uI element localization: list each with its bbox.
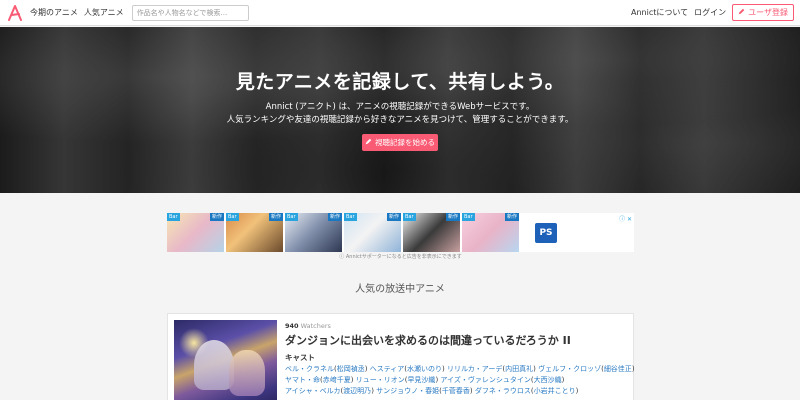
cast-actor[interactable]: 水瀬いのり: [407, 365, 442, 373]
hero-title: 見たアニメを記録して、共有しよう。: [235, 71, 565, 93]
cast-character[interactable]: ベル・クラネル: [285, 365, 334, 373]
cast-character[interactable]: アイズ・ヴァレンシュタイン: [440, 376, 530, 384]
cast-actor[interactable]: 松岡禎丞: [337, 365, 365, 373]
ad-badge: Bar: [167, 213, 180, 221]
signup-label: ユーザ登録: [748, 8, 788, 17]
cast-actor[interactable]: 赤﨑千夏: [323, 376, 351, 384]
ad-choices-icon[interactable]: ⓘ ✕: [619, 214, 632, 223]
nav-current-season[interactable]: 今期のアニメ: [30, 7, 78, 18]
ad-hide-note[interactable]: ⓘ Annictサポーターになると広告を非表示にできます: [167, 253, 634, 260]
cast-actor[interactable]: 内田真礼: [505, 365, 533, 373]
cast-character[interactable]: リリルカ・アーデ: [447, 365, 502, 373]
cast-character[interactable]: サンジョウノ・春姫: [376, 387, 439, 395]
cast-row: ベル・クラネル(松岡禎丞) ヘスティア(水瀬いのり) リリルカ・アーデ(内田真礼…: [285, 365, 635, 373]
cast-character[interactable]: ダフネ・ラウロス: [475, 387, 531, 395]
info-icon: ⓘ: [339, 254, 346, 260]
cast-row: アイシャ・ベルカ(渡辺明乃) サンジョウノ・春姫(千菅春香) ダフネ・ラウロス(…: [285, 387, 579, 395]
ad-new-badge: 新作: [268, 213, 283, 221]
ad-new-badge: 新作: [209, 213, 224, 221]
ad-thumbnail[interactable]: Bar 新作: [462, 213, 519, 252]
cast-character[interactable]: ヤマト・命: [285, 376, 320, 384]
cast-actor[interactable]: 早見沙織: [407, 376, 435, 384]
nav-popular-anime[interactable]: 人気アニメ: [84, 7, 124, 18]
cast-character[interactable]: ヴェルフ・クロッゾ: [538, 365, 601, 373]
ad-thumbnail[interactable]: Bar 新作: [403, 213, 460, 252]
ad-hide-note-text: Annictサポーターになると広告を非表示にできます: [345, 254, 462, 260]
ad-new-badge: 新作: [504, 213, 519, 221]
ad-new-badge: 新作: [386, 213, 401, 221]
cast-character[interactable]: リュー・リオン: [356, 376, 405, 384]
playstation-icon: PS: [535, 222, 557, 243]
start-tracking-button[interactable]: 視聴記録を始める: [362, 134, 438, 151]
ad-thumbnail[interactable]: Bar 新作: [226, 213, 283, 252]
cast-actor[interactable]: 渡辺明乃: [343, 387, 371, 395]
top-navbar: 今期のアニメ 人気アニメ 作品名や人物名などで検索... Annictについて …: [0, 0, 800, 26]
anime-card: 940 Watchers ダンジョンに出会いを求めるのは間違っているだろうか II…: [167, 313, 635, 400]
ad-new-badge: 新作: [327, 213, 342, 221]
ad-badge: Bar: [344, 213, 357, 221]
cast-actor[interactable]: 小岩井ことり: [534, 387, 576, 395]
signup-button[interactable]: ユーザ登録: [732, 4, 794, 21]
hero-content: 見たアニメを記録して、共有しよう。 Annict (アニクト) は、アニメの視聴…: [0, 27, 800, 193]
ad-badge: Bar: [285, 213, 298, 221]
section-title: 人気の放送中アニメ: [355, 284, 445, 295]
cast-actor[interactable]: 大西沙織: [534, 376, 562, 384]
watchers-unit: Watchers: [300, 322, 331, 330]
pen-icon: [738, 8, 745, 17]
ad-thumbnail[interactable]: Bar 新作: [167, 213, 224, 252]
cast-actor[interactable]: 千菅春香: [442, 387, 470, 395]
login-link[interactable]: ログイン: [694, 7, 726, 18]
search-input[interactable]: 作品名や人物名などで検索...: [131, 4, 249, 21]
search-placeholder: 作品名や人物名などで検索...: [136, 8, 228, 17]
ad-badge: Bar: [403, 213, 416, 221]
playstation-label: PS: [539, 227, 553, 238]
hero-banner: 見たアニメを記録して、共有しよう。 Annict (アニクト) は、アニメの視聴…: [0, 27, 800, 193]
ad-badge: Bar: [226, 213, 239, 221]
ad-badge: Bar: [462, 213, 475, 221]
about-link[interactable]: Annictについて: [631, 7, 688, 18]
ad-banner[interactable]: Bar 新作 Bar 新作 Bar 新作 Bar 新作 Bar 新作 Bar 新…: [167, 213, 634, 252]
cast-actor[interactable]: 細谷佳正: [604, 365, 632, 373]
watchers-count: 940 Watchers: [285, 322, 331, 330]
annict-logo[interactable]: [4, 2, 26, 24]
ad-new-badge: 新作: [445, 213, 460, 221]
start-tracking-label: 視聴記録を始める: [375, 138, 435, 147]
cast-row: ヤマト・命(赤﨑千夏) リュー・リオン(早見沙織) アイズ・ヴァレンシュタイン(…: [285, 376, 565, 384]
header-right: Annictについて ログイン ユーザ登録: [625, 4, 800, 21]
playstation-store-ad[interactable]: PS: [521, 213, 571, 252]
anime-poster[interactable]: [174, 320, 277, 400]
cast-character[interactable]: アイシャ・ベルカ: [285, 387, 340, 395]
anime-title[interactable]: ダンジョンに出会いを求めるのは間違っているだろうか II: [285, 332, 571, 348]
pen-icon: [365, 138, 372, 147]
ad-thumbnail[interactable]: Bar 新作: [285, 213, 342, 252]
annict-logo-icon: [8, 4, 22, 21]
cast-character[interactable]: ヘスティア: [370, 365, 405, 373]
hero-description-2: 人気ランキングや友達の視聴記録から好きなアニメを見つけて、管理することができます…: [226, 115, 574, 125]
ad-thumbnail[interactable]: Bar 新作: [344, 213, 401, 252]
watchers-number: 940: [285, 322, 299, 330]
cast-heading: キャスト: [285, 353, 315, 362]
hero-description-1: Annict (アニクト) は、アニメの視聴記録ができるWebサービスです。: [265, 102, 535, 112]
